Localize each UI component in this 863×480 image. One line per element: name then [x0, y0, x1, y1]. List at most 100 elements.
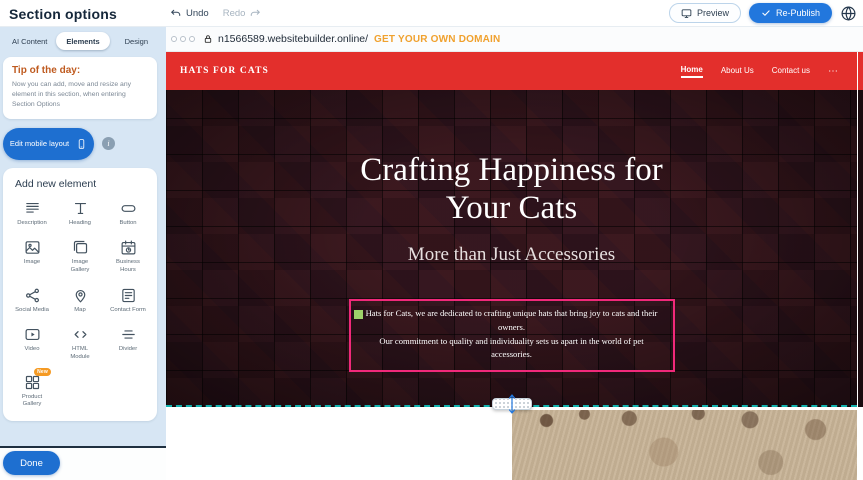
- sidebar: AI Content Elements Design Tip of the da…: [0, 27, 166, 480]
- social-media-icon: [24, 287, 41, 304]
- hero-title[interactable]: Crafting Happiness for Your Cats: [166, 90, 857, 227]
- add-element-label: Product Gallery: [14, 394, 50, 409]
- element-handle[interactable]: [354, 310, 363, 319]
- add-element-business-hours[interactable]: Business Hours: [104, 239, 152, 274]
- hero-paragraph-line1: Hats for Cats, we are dedicated to craft…: [360, 307, 664, 335]
- add-element-label: Contact Form: [110, 307, 146, 315]
- html-module-icon: [72, 326, 89, 343]
- nav-item-home[interactable]: Home: [681, 65, 703, 78]
- hero-paragraph-selected[interactable]: Hats for Cats, we are dedicated to craft…: [349, 299, 675, 372]
- nav-item-about-us[interactable]: About Us: [721, 66, 754, 77]
- site-nav: Home About Us Contact us ⋯: [681, 65, 839, 78]
- add-element-divider[interactable]: Divider: [104, 326, 152, 361]
- window-dot-icon: [171, 36, 177, 42]
- description-icon: [24, 200, 41, 217]
- topbar: Section options Undo Redo Preview Re-Pub…: [0, 0, 863, 27]
- app: Section options Undo Redo Preview Re-Pub…: [0, 0, 863, 480]
- heading-icon: [72, 200, 89, 217]
- site-logo[interactable]: HATS FOR CATS: [180, 66, 269, 76]
- image-gallery-icon: [72, 239, 89, 256]
- redo-label: Redo: [223, 8, 246, 19]
- site-header[interactable]: HATS FOR CATS Home About Us Contact us ⋯: [166, 52, 857, 90]
- preview-button[interactable]: Preview: [669, 3, 741, 23]
- add-element-social-media[interactable]: Social Media: [8, 287, 56, 315]
- strip-header-segment: [858, 52, 863, 90]
- undo-icon: [170, 8, 182, 20]
- page-edge-strip: [858, 52, 863, 480]
- hero-section[interactable]: Crafting Happiness for Your Cats More th…: [166, 90, 857, 407]
- add-element-label: Map: [74, 307, 85, 315]
- window-dots: [171, 36, 195, 42]
- preview-label: Preview: [697, 8, 729, 18]
- add-element-label: Business Hours: [110, 259, 146, 274]
- nav-item-contact-us[interactable]: Contact us: [772, 66, 810, 77]
- video-icon: [24, 326, 41, 343]
- tab-design[interactable]: Design: [110, 32, 163, 50]
- tip-title: Tip of the day:: [12, 65, 148, 76]
- strip-hero-segment: [858, 90, 863, 407]
- add-element-image[interactable]: Image: [8, 239, 56, 274]
- button-icon: [120, 200, 137, 217]
- page-title: Section options: [9, 6, 117, 22]
- tab-ai-content[interactable]: AI Content: [3, 32, 56, 50]
- edit-mobile-label: Edit mobile layout: [10, 139, 69, 148]
- add-element-grid: Description Heading Button Image Image G…: [8, 200, 152, 409]
- hero-title-line2: Your Cats: [166, 190, 857, 228]
- add-element-image-gallery[interactable]: Image Gallery: [56, 239, 104, 274]
- section-resize-handle[interactable]: [492, 398, 532, 410]
- add-element-description[interactable]: Description: [8, 200, 56, 228]
- add-element-label: Heading: [69, 220, 91, 228]
- resize-vertical-icon: [506, 391, 518, 417]
- add-element-label: Social Media: [15, 307, 49, 315]
- edit-mobile-layout-button[interactable]: Edit mobile layout: [3, 128, 94, 160]
- redo-button[interactable]: Redo: [223, 8, 262, 20]
- product-gallery-icon: [24, 374, 41, 391]
- add-element-heading[interactable]: Heading: [56, 200, 104, 228]
- get-domain-link[interactable]: GET YOUR OWN DOMAIN: [374, 34, 500, 45]
- next-section-image[interactable]: [512, 410, 857, 480]
- add-element-title: Add new element: [15, 178, 152, 190]
- add-element-button[interactable]: Button: [104, 200, 152, 228]
- republish-label: Re-Publish: [776, 8, 820, 18]
- new-badge: New: [34, 368, 51, 376]
- globe-icon: [840, 5, 857, 22]
- add-element-label: Description: [17, 220, 46, 228]
- add-element-label: Button: [119, 220, 136, 228]
- add-element-panel: Add new element Description Heading Butt…: [3, 168, 157, 421]
- add-element-label: Video: [25, 346, 40, 354]
- republish-button[interactable]: Re-Publish: [749, 3, 832, 23]
- add-element-map[interactable]: Map: [56, 287, 104, 315]
- language-globe-button[interactable]: [840, 5, 857, 22]
- contact-form-icon: [120, 287, 137, 304]
- tip-card: Tip of the day: Now you can add, move an…: [3, 57, 157, 119]
- site-url: n1566589.websitebuilder.online/: [218, 33, 368, 45]
- done-button[interactable]: Done: [3, 451, 60, 475]
- add-element-video[interactable]: Video: [8, 326, 56, 361]
- phone-icon: [76, 136, 87, 152]
- add-element-label: Divider: [119, 346, 137, 354]
- add-element-product-gallery[interactable]: New Product Gallery: [8, 374, 56, 409]
- tip-body: Now you can add, move and resize any ele…: [12, 80, 148, 110]
- hero-paragraph-line2: Our commitment to quality and individual…: [360, 335, 664, 363]
- sidebar-tabs: AI Content Elements Design: [3, 32, 163, 50]
- sidebar-footer: Done: [0, 446, 166, 480]
- image-icon: [24, 239, 41, 256]
- window-dot-icon: [189, 36, 195, 42]
- site-preview: HATS FOR CATS Home About Us Contact us ⋯…: [166, 52, 857, 480]
- tab-elements[interactable]: Elements: [56, 32, 109, 50]
- map-icon: [72, 287, 89, 304]
- monitor-icon: [681, 8, 692, 19]
- hero-subtitle[interactable]: More than Just Accessories: [166, 244, 857, 266]
- undo-button[interactable]: Undo: [170, 8, 209, 20]
- add-element-label: Image: [24, 259, 40, 267]
- edit-mobile-row: Edit mobile layout i: [3, 128, 166, 160]
- next-section: [166, 407, 857, 480]
- info-icon[interactable]: i: [102, 137, 115, 150]
- add-element-contact-form[interactable]: Contact Form: [104, 287, 152, 315]
- hero-title-line1: Crafting Happiness for: [166, 152, 857, 190]
- add-element-html-module[interactable]: HTML Module: [56, 326, 104, 361]
- add-element-label: HTML Module: [62, 346, 98, 361]
- add-element-label: Image Gallery: [62, 259, 98, 274]
- nav-more-icon[interactable]: ⋯: [828, 66, 839, 77]
- browser-bar: n1566589.websitebuilder.online/ GET YOUR…: [166, 27, 863, 52]
